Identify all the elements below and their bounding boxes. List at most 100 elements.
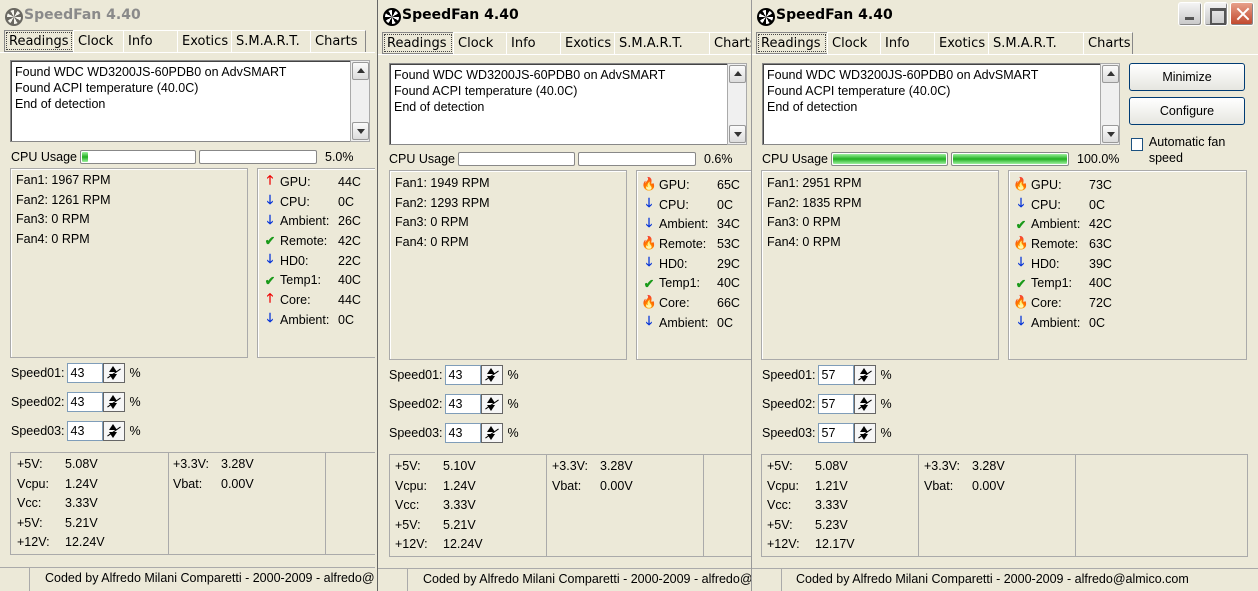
tab-readings[interactable]: Readings: [4, 30, 74, 52]
speed03-input[interactable]: 57: [817, 423, 854, 443]
fan-reading: Fan1: 1949 RPM: [395, 176, 490, 190]
tab-charts[interactable]: Charts: [310, 30, 366, 52]
spin-arrows-icon[interactable]: [480, 394, 503, 414]
scroll-up-icon[interactable]: [352, 62, 369, 80]
voltage-name: +5V:: [767, 517, 793, 532]
scroll-down-icon[interactable]: [729, 125, 746, 143]
scroll-down-icon[interactable]: [1102, 125, 1119, 143]
speed01-input[interactable]: 43: [66, 363, 103, 383]
fans-panel: Fan1: 2951 RPM Fan2: 1835 RPM Fan3: 0 RP…: [761, 170, 999, 360]
tab-clock[interactable]: Clock: [453, 32, 507, 54]
log-line: Found ACPI temperature (40.0C): [394, 84, 578, 98]
tab-charts[interactable]: Charts: [1083, 32, 1133, 54]
speed-label: Speed01:: [389, 368, 443, 382]
close-window-icon[interactable]: [1230, 2, 1254, 26]
automatic-fan-speed-checkbox[interactable]: [1131, 138, 1143, 151]
tab-readings[interactable]: Readings: [756, 32, 828, 54]
voltages-left-column: +5V: 5.08V Vcpu: 1.21V Vcc: 3.33V +5V: 5.23V…: [767, 459, 855, 557]
temp-value: 0C: [1089, 197, 1105, 212]
spin-arrows-icon[interactable]: [480, 365, 503, 385]
maximize-window-icon[interactable]: [1204, 2, 1228, 26]
speed02-input[interactable]: 57: [817, 394, 854, 414]
spin-arrows-icon[interactable]: [102, 421, 125, 441]
window-title: SpeedFan 4.40: [776, 7, 893, 23]
title-bar[interactable]: SpeedFan 4.40: [378, 0, 751, 30]
detection-log[interactable]: Found WDC WD3200JS-60PDB0 on AdvSMART Fo…: [762, 63, 1100, 145]
log-scrollbar[interactable]: [727, 63, 747, 145]
temps-panel: 🡑 GPU: 44C 🡓 CPU: 0C 🡓 Ambient: 26C ✔ Remote: 42…: [257, 168, 375, 358]
speed01-control: Speed01: 43 %: [389, 365, 519, 385]
speedfan-window-1: SpeedFan 4.40 Readings Clock Info Exotic…: [0, 0, 375, 591]
tab-smart[interactable]: S.M.A.R.T.: [231, 30, 311, 52]
scroll-up-icon[interactable]: [729, 65, 746, 83]
speed01-input[interactable]: 57: [817, 365, 854, 385]
tab-underline: [752, 54, 1258, 55]
up-arrow-icon: 🡑: [266, 173, 274, 188]
tab-info[interactable]: Info: [506, 32, 561, 54]
tab-clock[interactable]: Clock: [827, 32, 881, 54]
voltage-value: 3.28V: [221, 457, 254, 471]
fans-panel: Fan1: 1967 RPM Fan2: 1261 RPM Fan3: 0 RP…: [10, 168, 248, 358]
spin-arrows-icon[interactable]: [853, 423, 876, 443]
speed03-input[interactable]: 43: [66, 421, 103, 441]
tab-info[interactable]: Info: [123, 30, 178, 52]
detection-log[interactable]: Found WDC WD3200JS-60PDB0 on AdvSMART Fo…: [389, 63, 728, 145]
temp-value: 65C: [717, 177, 740, 192]
tab-charts[interactable]: Charts: [709, 32, 751, 54]
tab-clock[interactable]: Clock: [73, 30, 124, 52]
tab-readings[interactable]: Readings: [382, 32, 454, 54]
spin-arrows-icon[interactable]: [853, 394, 876, 414]
scroll-up-icon[interactable]: [1102, 65, 1119, 83]
tab-exotics[interactable]: Exotics: [934, 32, 989, 54]
detection-log[interactable]: Found WDC WD3200JS-60PDB0 on AdvSMART Fo…: [10, 60, 350, 142]
check-icon: ✔: [264, 234, 276, 249]
minimize-button[interactable]: Minimize: [1129, 63, 1245, 91]
speedfan-logo-icon: [756, 7, 775, 26]
tab-info[interactable]: Info: [880, 32, 935, 54]
flame-icon: 🔥: [1013, 236, 1029, 251]
title-bar[interactable]: SpeedFan 4.40: [752, 0, 1258, 30]
voltages-panel: +5V: 5.08V Vcpu: 1.24V Vcc: 3.33V +5V: 5.21V…: [10, 452, 375, 555]
scroll-down-icon[interactable]: [352, 122, 369, 140]
log-scrollbar[interactable]: [1100, 63, 1120, 145]
cpu-usage-percent: 0.6%: [704, 152, 733, 166]
voltage-name: Vcc:: [767, 498, 792, 513]
voltage-name: +3.3V:: [924, 459, 961, 473]
tab-smart[interactable]: S.M.A.R.T.: [988, 32, 1084, 54]
minimize-window-icon[interactable]: [1178, 2, 1202, 26]
spin-arrows-icon[interactable]: [102, 392, 125, 412]
voltage-name: Vcc:: [395, 498, 420, 513]
log-scrollbar[interactable]: [350, 60, 370, 142]
voltage-name: +3.3V:: [173, 457, 210, 471]
down-arrow-icon: 🡓: [1017, 314, 1025, 329]
spin-arrows-icon[interactable]: [102, 363, 125, 383]
automatic-fan-speed-label: Automatic fan speed: [1148, 135, 1226, 165]
voltage-value: 12.17V: [815, 537, 855, 552]
log-line: End of detection: [15, 97, 106, 111]
spin-arrows-icon[interactable]: [480, 423, 503, 443]
cpu-bar-fill: [82, 152, 88, 162]
tab-exotics[interactable]: Exotics: [560, 32, 615, 54]
temp-name: Core:: [280, 292, 311, 307]
speed02-control: Speed02: 57 %: [762, 394, 892, 414]
voltage-name: Vbat:: [552, 478, 582, 493]
speed03-input[interactable]: 43: [444, 423, 481, 443]
configure-button[interactable]: Configure: [1129, 97, 1245, 125]
temp-row: 🔥 GPU: 73C: [1011, 175, 1246, 195]
fan-reading: Fan3: 0 RPM: [16, 212, 90, 226]
tab-smart[interactable]: S.M.A.R.T.: [614, 32, 710, 54]
tab-exotics[interactable]: Exotics: [177, 30, 232, 52]
log-line: Found WDC WD3200JS-60PDB0 on AdvSMART: [767, 68, 1039, 82]
voltage-divider: [168, 453, 169, 554]
speed02-input[interactable]: 43: [66, 392, 103, 412]
speed01-input[interactable]: 43: [444, 365, 481, 385]
speed02-input[interactable]: 43: [444, 394, 481, 414]
speed-label: Speed01:: [762, 368, 816, 382]
spin-arrows-icon[interactable]: [853, 365, 876, 385]
temp-name: Temp1:: [659, 276, 700, 291]
voltage-name: Vbat:: [173, 476, 203, 491]
automatic-fan-speed-option[interactable]: Automatic fan speed: [1131, 134, 1251, 166]
temp-value: 22C: [338, 253, 361, 268]
temp-row: 🔥 Core: 72C: [1011, 293, 1246, 313]
title-bar[interactable]: SpeedFan 4.40: [0, 0, 375, 30]
